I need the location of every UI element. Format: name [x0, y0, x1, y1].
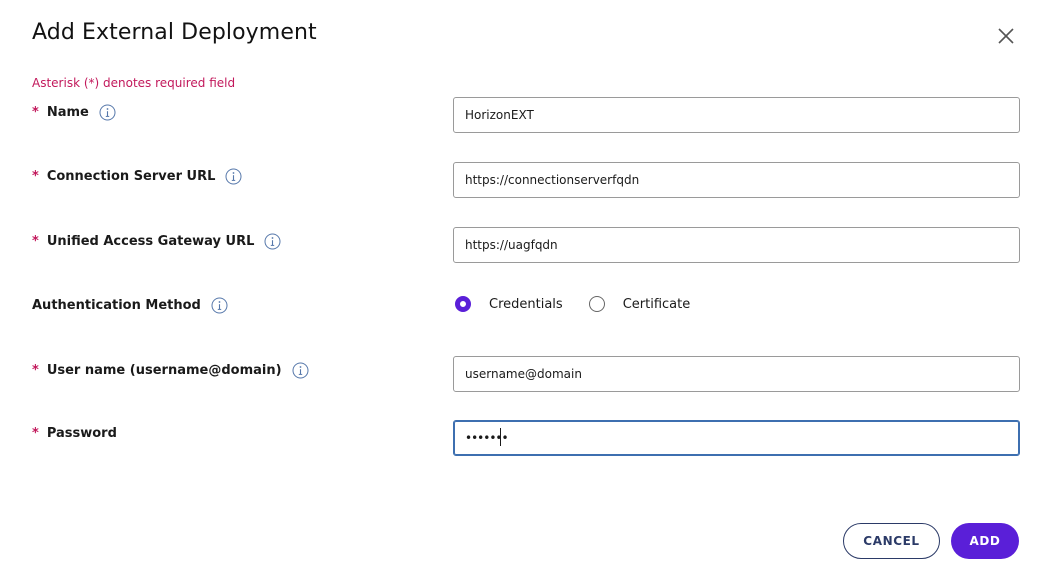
- name-label: Name: [46, 105, 89, 120]
- radio-certificate-label: Certificate: [622, 296, 691, 312]
- close-button[interactable]: [994, 24, 1018, 48]
- required-asterisk: *: [32, 363, 39, 378]
- username-input[interactable]: [453, 356, 1020, 392]
- text-cursor: [500, 428, 501, 446]
- radio-option-certificate[interactable]: Certificate: [588, 296, 691, 312]
- info-icon[interactable]: [264, 233, 281, 250]
- cancel-button[interactable]: CANCEL: [843, 523, 940, 559]
- dialog-title: Add External Deployment: [32, 20, 317, 45]
- uag-url-label: Unified Access Gateway URL: [46, 234, 255, 249]
- info-icon[interactable]: [292, 362, 309, 379]
- connection-server-url-input[interactable]: [453, 162, 1020, 198]
- required-asterisk: *: [32, 105, 39, 120]
- radio-credentials[interactable]: [455, 296, 471, 312]
- required-asterisk: *: [32, 234, 39, 249]
- close-icon: [994, 24, 1018, 48]
- connection-server-url-label-row: * Connection Server URL: [32, 168, 242, 185]
- uag-url-label-row: * Unified Access Gateway URL: [32, 233, 281, 250]
- add-external-deployment-dialog: Add External Deployment Asterisk (*) den…: [0, 0, 1052, 571]
- name-input[interactable]: [453, 97, 1020, 133]
- info-icon[interactable]: [225, 168, 242, 185]
- auth-method-label-row: Authentication Method: [32, 297, 228, 314]
- username-label-row: * User name (username@domain): [32, 362, 309, 379]
- required-field-note: Asterisk (*) denotes required field: [32, 76, 236, 90]
- auth-method-label: Authentication Method: [32, 298, 201, 313]
- password-input[interactable]: [453, 420, 1020, 456]
- name-label-row: * Name: [32, 104, 116, 121]
- uag-url-input[interactable]: [453, 227, 1020, 263]
- auth-method-radio-group: Credentials Certificate: [455, 296, 716, 312]
- password-label: Password: [46, 426, 117, 441]
- radio-credentials-label: Credentials: [489, 296, 563, 312]
- info-icon[interactable]: [211, 297, 228, 314]
- connection-server-url-label: Connection Server URL: [46, 169, 216, 184]
- radio-option-credentials[interactable]: Credentials: [455, 296, 563, 312]
- required-asterisk: *: [32, 169, 39, 184]
- info-icon[interactable]: [99, 104, 116, 121]
- username-label: User name (username@domain): [46, 363, 282, 378]
- required-asterisk: *: [32, 426, 39, 441]
- radio-certificate[interactable]: [588, 296, 605, 312]
- add-button[interactable]: ADD: [951, 523, 1019, 559]
- password-label-row: * Password: [32, 426, 117, 441]
